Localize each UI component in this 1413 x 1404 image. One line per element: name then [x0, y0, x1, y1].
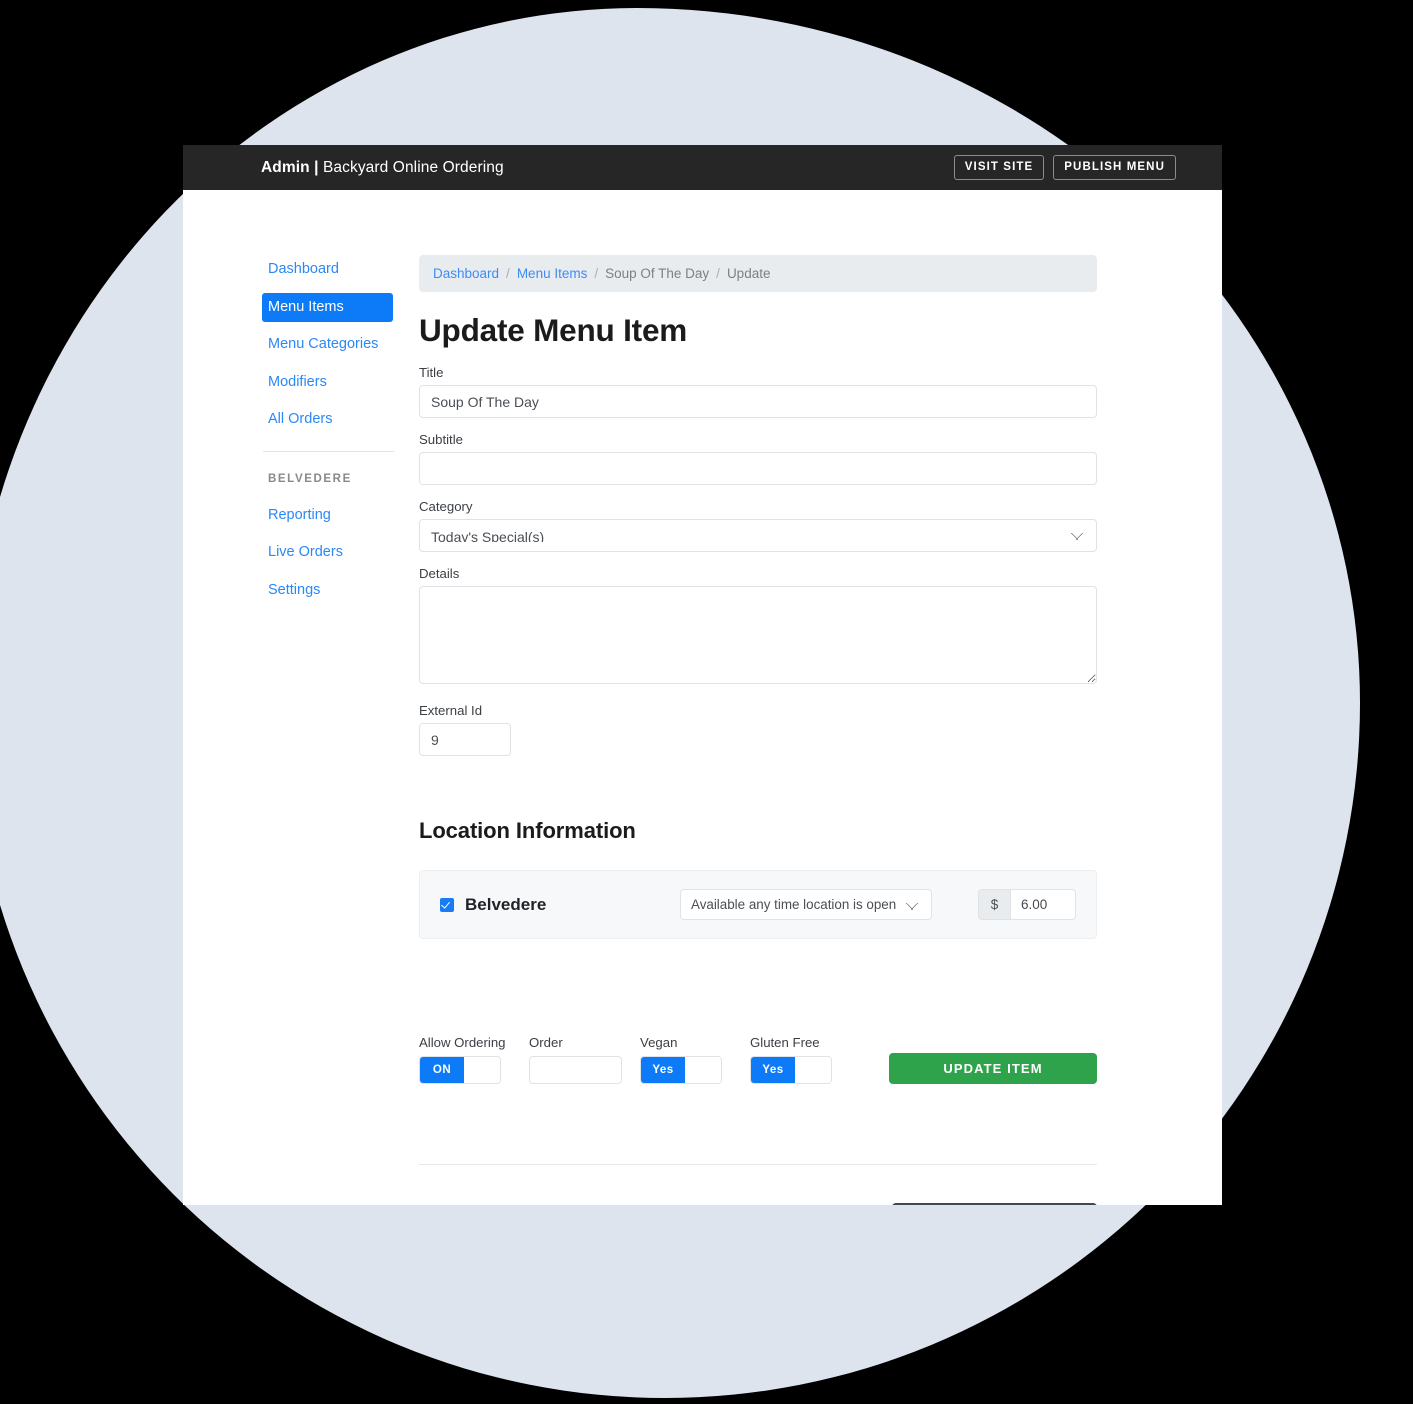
- sidebar-item-menu-items[interactable]: Menu Items: [262, 292, 393, 322]
- external-id-label: External Id: [419, 703, 483, 718]
- screenshot-stage: Admin | Backyard Online Ordering VISIT S…: [0, 0, 1413, 1404]
- location-row-left: Belvedere: [440, 895, 680, 915]
- vegan-toggle[interactable]: Yes: [640, 1056, 722, 1084]
- sidebar-item-reporting[interactable]: Reporting: [262, 501, 395, 531]
- location-information-title: Location Information: [419, 818, 636, 843]
- field-external-id: External Id: [419, 703, 1097, 756]
- allow-ordering-state: ON: [420, 1057, 464, 1083]
- visit-site-button[interactable]: VISIT SITE: [953, 155, 1045, 180]
- item-settings-row: Allow Ordering ON Order Vegan Yes Gluten…: [419, 1035, 1097, 1084]
- availability-select[interactable]: Available any time location is open: [680, 889, 932, 920]
- item-options-header: Item Options +ADD MODIFIER GROUP: [419, 1203, 1097, 1205]
- breadcrumb-current: Update: [726, 266, 771, 281]
- subtitle-input[interactable]: [419, 452, 1097, 485]
- field-details: Details: [419, 566, 1097, 689]
- breadcrumb-link-menu-items[interactable]: Menu Items: [517, 266, 588, 281]
- page-title: Update Menu Item: [419, 312, 688, 348]
- top-bar-actions: VISIT SITE PUBLISH MENU: [953, 155, 1176, 180]
- breadcrumb-link-dashboard[interactable]: Dashboard: [433, 266, 499, 281]
- breadcrumb-separator: /: [716, 266, 720, 281]
- currency-symbol: $: [978, 889, 1010, 920]
- gluten-free-toggle[interactable]: Yes: [750, 1056, 832, 1084]
- sidebar: Dashboard Menu Items Menu Categories Mod…: [183, 255, 395, 1205]
- location-enabled-checkbox[interactable]: [440, 897, 454, 912]
- sidebar-item-live-orders[interactable]: Live Orders: [262, 538, 395, 568]
- location-name: Belvedere: [465, 894, 547, 914]
- breadcrumb-separator: /: [506, 266, 510, 281]
- field-subtitle: Subtitle: [419, 432, 1097, 485]
- allow-ordering-label: Allow Ordering: [419, 1035, 506, 1050]
- sidebar-section-label: BELVEDERE: [268, 472, 352, 485]
- toggle-track: [464, 1057, 500, 1083]
- location-row: Belvedere Available any time location is…: [419, 870, 1097, 939]
- toggle-track: [685, 1057, 721, 1083]
- field-category: Category Today's Special(s): [419, 499, 1097, 552]
- sidebar-item-all-orders[interactable]: All Orders: [262, 405, 395, 435]
- section-divider: [419, 1164, 1097, 1165]
- sidebar-item-modifiers[interactable]: Modifiers: [262, 368, 395, 398]
- page-body: Dashboard Menu Items Menu Categories Mod…: [183, 190, 1222, 1205]
- toggle-track: [795, 1057, 831, 1083]
- gluten-free-label: Gluten Free: [750, 1035, 820, 1050]
- breadcrumb-item-name: Soup Of The Day: [605, 266, 710, 281]
- breadcrumb-separator: /: [594, 266, 599, 281]
- category-select[interactable]: Today's Special(s): [419, 519, 1097, 552]
- order-input[interactable]: [529, 1056, 622, 1084]
- brand-app-name: Backyard Online Ordering: [318, 158, 504, 176]
- details-label: Details: [419, 566, 460, 581]
- sidebar-item-dashboard[interactable]: Dashboard: [262, 255, 395, 285]
- vegan-label: Vegan: [640, 1035, 678, 1050]
- order-label: Order: [529, 1035, 563, 1050]
- title-label: Title: [419, 365, 444, 380]
- field-title: Title: [419, 365, 1097, 418]
- add-modifier-group-button[interactable]: +ADD MODIFIER GROUP: [892, 1203, 1097, 1205]
- order-group: Order: [529, 1035, 640, 1084]
- sidebar-item-settings[interactable]: Settings: [262, 576, 395, 606]
- category-label: Category: [419, 499, 473, 514]
- breadcrumb: Dashboard / Menu Items / Soup Of The Day…: [419, 255, 1097, 292]
- vegan-group: Vegan Yes: [640, 1035, 750, 1084]
- allow-ordering-toggle[interactable]: ON: [419, 1056, 501, 1084]
- details-textarea[interactable]: [419, 586, 1097, 684]
- top-bar: Admin | Backyard Online Ordering VISIT S…: [183, 145, 1222, 190]
- external-id-input[interactable]: [419, 723, 511, 756]
- subtitle-label: Subtitle: [419, 432, 463, 447]
- gluten-free-group: Gluten Free Yes: [750, 1035, 860, 1084]
- sidebar-item-menu-categories[interactable]: Menu Categories: [262, 330, 395, 360]
- gluten-free-state: Yes: [751, 1057, 795, 1083]
- vegan-state: Yes: [641, 1057, 685, 1083]
- sidebar-divider: [263, 450, 394, 452]
- title-input[interactable]: [419, 385, 1097, 418]
- update-item-button[interactable]: UPDATE ITEM: [889, 1053, 1097, 1084]
- allow-ordering-group: Allow Ordering ON: [419, 1035, 529, 1084]
- brand-admin-label: Admin |: [261, 158, 319, 176]
- price-input-group: $: [978, 889, 1076, 920]
- app-window: Admin | Backyard Online Ordering VISIT S…: [183, 145, 1222, 1205]
- main-content: Dashboard / Menu Items / Soup Of The Day…: [419, 255, 1097, 1205]
- price-input[interactable]: [1010, 889, 1076, 920]
- brand-title: Admin | Backyard Online Ordering: [261, 159, 504, 177]
- publish-menu-button[interactable]: PUBLISH MENU: [1053, 155, 1176, 180]
